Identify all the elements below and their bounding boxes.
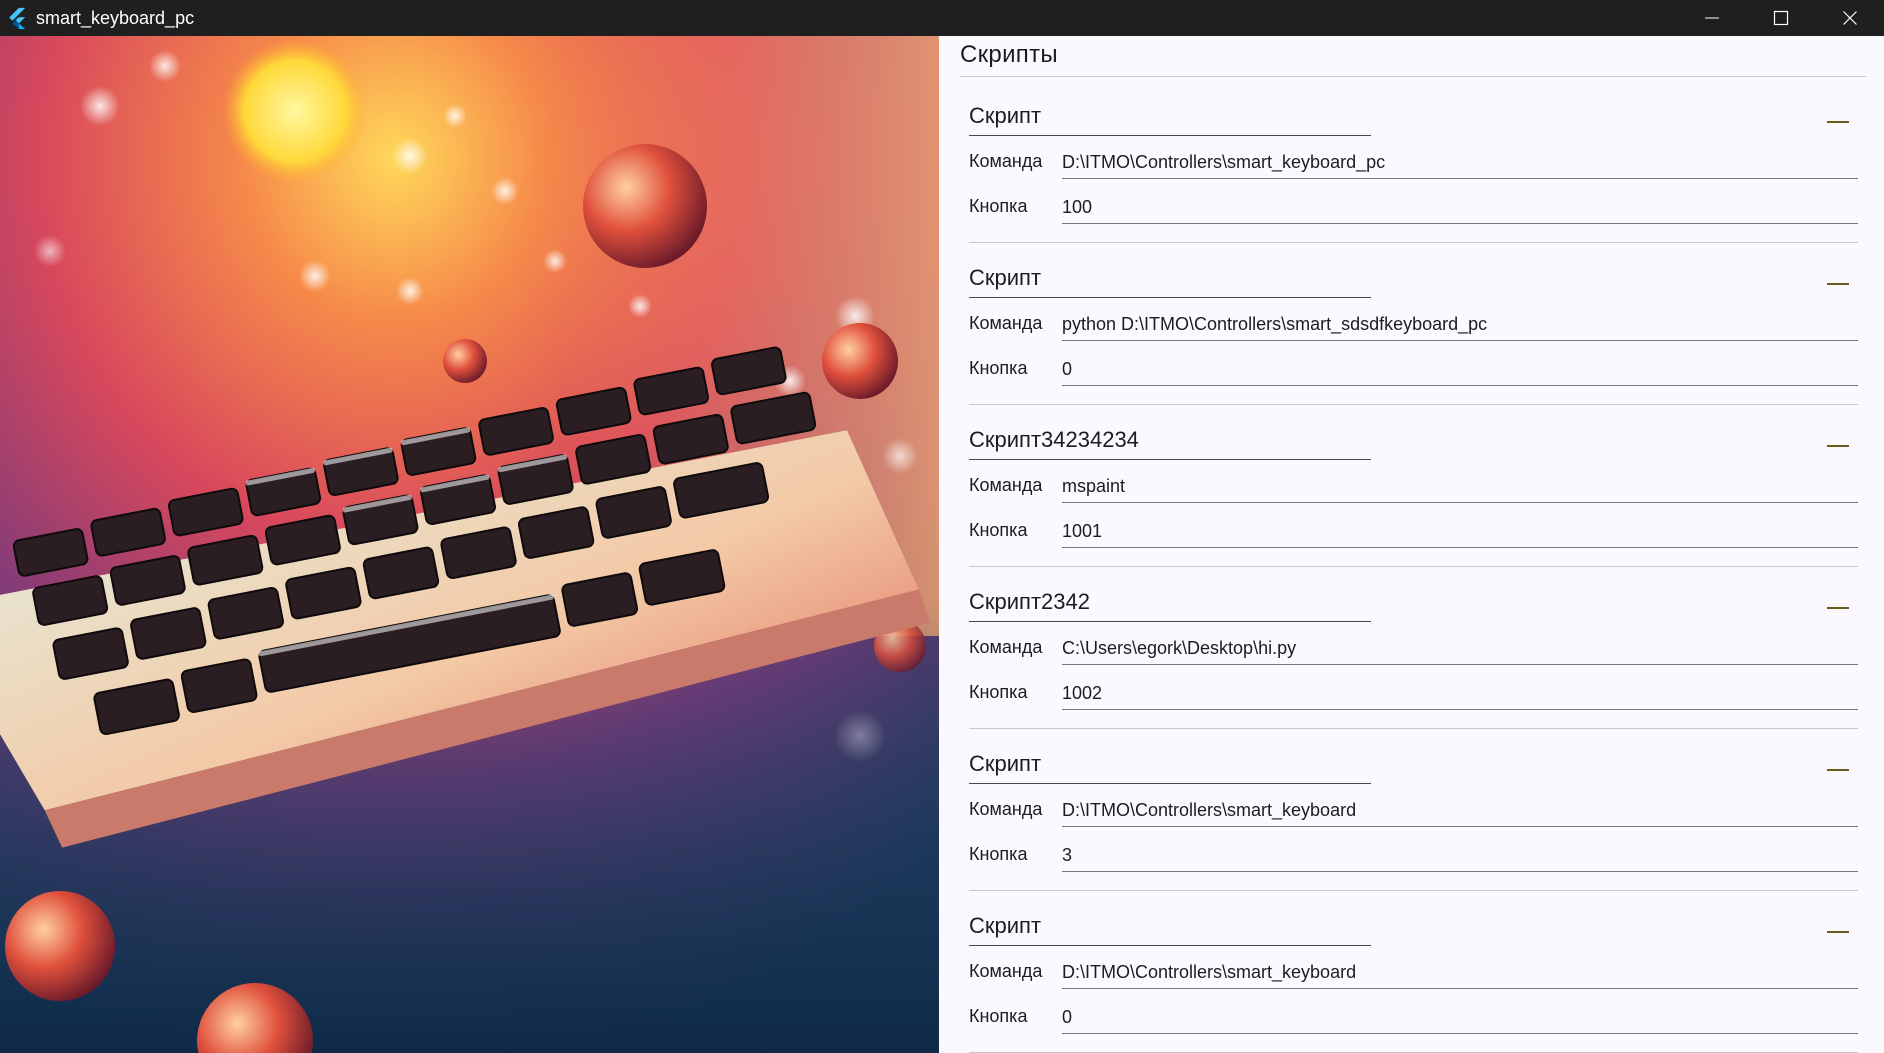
script-card: Скрипт34234234 Команда mspaint Кнопка 10…	[960, 413, 1866, 575]
scripts-list: Скрипт Команда D:\ITMO\Controllers\smart…	[960, 89, 1866, 1053]
button-row: Кнопка 1001	[969, 514, 1858, 550]
remove-script-button[interactable]	[1818, 757, 1858, 783]
command-label: Команда	[969, 313, 1043, 333]
minus-icon	[1827, 607, 1849, 609]
card-divider	[969, 404, 1858, 405]
card-divider	[969, 890, 1858, 891]
scripts-panel: Скрипты Скрипт Команда D:\ITMO\Controlle…	[939, 36, 1884, 1053]
button-label: Кнопка	[969, 682, 1028, 702]
button-input[interactable]: 3	[1062, 838, 1858, 872]
title-bar[interactable]: smart_keyboard_pc	[0, 0, 1884, 36]
command-row: Команда C:\Users\egork\Desktop\hi.py	[969, 631, 1858, 667]
script-card: Скрипт Команда D:\ITMO\Controllers\smart…	[960, 899, 1866, 1053]
remove-script-button[interactable]	[1818, 595, 1858, 621]
button-row: Кнопка 100	[969, 190, 1858, 226]
minimize-icon	[1704, 17, 1719, 19]
close-icon	[1842, 11, 1857, 25]
minus-icon	[1827, 769, 1849, 771]
button-row: Кнопка 0	[969, 352, 1858, 388]
command-label: Команда	[969, 799, 1043, 819]
button-input[interactable]: 1001	[1062, 514, 1858, 548]
remove-script-button[interactable]	[1818, 271, 1858, 297]
script-card: Скрипт Команда python D:\ITMO\Controller…	[960, 251, 1866, 413]
minus-icon	[1827, 121, 1849, 123]
command-row: Команда D:\ITMO\Controllers\smart_keyboa…	[969, 145, 1858, 181]
maximize-icon	[1773, 10, 1788, 26]
button-input[interactable]: 100	[1062, 190, 1858, 224]
button-input[interactable]: 1002	[1062, 676, 1858, 710]
card-divider	[969, 242, 1858, 243]
button-label: Кнопка	[969, 844, 1028, 864]
command-label: Команда	[969, 637, 1043, 657]
remove-script-button[interactable]	[1818, 433, 1858, 459]
button-label: Кнопка	[969, 196, 1028, 216]
command-input[interactable]: C:\Users\egork\Desktop\hi.py	[1062, 631, 1858, 665]
command-row: Команда D:\ITMO\Controllers\smart_keyboa…	[969, 955, 1858, 991]
button-row: Кнопка 1002	[969, 676, 1858, 712]
script-name-field[interactable]: Скрипт34234234	[969, 425, 1371, 460]
button-row: Кнопка 3	[969, 838, 1858, 874]
script-name-field[interactable]: Скрипт2342	[969, 587, 1371, 622]
remove-script-button[interactable]	[1818, 919, 1858, 945]
script-card: Скрипт Команда D:\ITMO\Controllers\smart…	[960, 89, 1866, 251]
app-window: smart_keyboard_pc Скрипты Скрипт Команда…	[0, 0, 1884, 1053]
card-divider	[969, 566, 1858, 567]
maximize-button[interactable]	[1746, 0, 1815, 36]
window-controls	[1677, 0, 1884, 36]
command-row: Команда python D:\ITMO\Controllers\smart…	[969, 307, 1858, 343]
button-input[interactable]: 0	[1062, 352, 1858, 386]
script-name-field[interactable]: Скрипт	[969, 101, 1371, 136]
button-row: Кнопка 0	[969, 1000, 1858, 1036]
title-divider	[960, 76, 1866, 77]
command-input[interactable]: mspaint	[1062, 469, 1858, 503]
script-card: Скрипт Команда D:\ITMO\Controllers\smart…	[960, 737, 1866, 899]
button-label: Кнопка	[969, 1006, 1028, 1026]
command-label: Команда	[969, 151, 1043, 171]
button-label: Кнопка	[969, 520, 1028, 540]
command-row: Команда D:\ITMO\Controllers\smart_keyboa…	[969, 793, 1858, 829]
minus-icon	[1827, 445, 1849, 447]
script-name-field[interactable]: Скрипт	[969, 749, 1371, 784]
button-label: Кнопка	[969, 358, 1028, 378]
page-title: Скрипты	[960, 41, 1058, 68]
minimize-button[interactable]	[1677, 0, 1746, 36]
command-input[interactable]: D:\ITMO\Controllers\smart_keyboard_pc	[1062, 145, 1858, 179]
command-label: Команда	[969, 475, 1043, 495]
card-divider	[969, 728, 1858, 729]
command-input[interactable]: python D:\ITMO\Controllers\smart_sdsdfke…	[1062, 307, 1858, 341]
command-input[interactable]: D:\ITMO\Controllers\smart_keyboard	[1062, 793, 1858, 827]
command-label: Команда	[969, 961, 1043, 981]
script-name-field[interactable]: Скрипт	[969, 911, 1371, 946]
script-card: Скрипт2342 Команда C:\Users\egork\Deskto…	[960, 575, 1866, 737]
keyboard-illustration	[0, 36, 939, 1053]
keyboard-artwork	[0, 36, 939, 1053]
close-button[interactable]	[1815, 0, 1884, 36]
minus-icon	[1827, 931, 1849, 933]
button-input[interactable]: 0	[1062, 1000, 1858, 1034]
script-name-field[interactable]: Скрипт	[969, 263, 1371, 298]
remove-script-button[interactable]	[1818, 109, 1858, 135]
window-title: smart_keyboard_pc	[36, 7, 195, 28]
command-input[interactable]: D:\ITMO\Controllers\smart_keyboard	[1062, 955, 1858, 989]
command-row: Команда mspaint	[969, 469, 1858, 505]
minus-icon	[1827, 283, 1849, 285]
flutter-logo-icon	[9, 7, 26, 29]
